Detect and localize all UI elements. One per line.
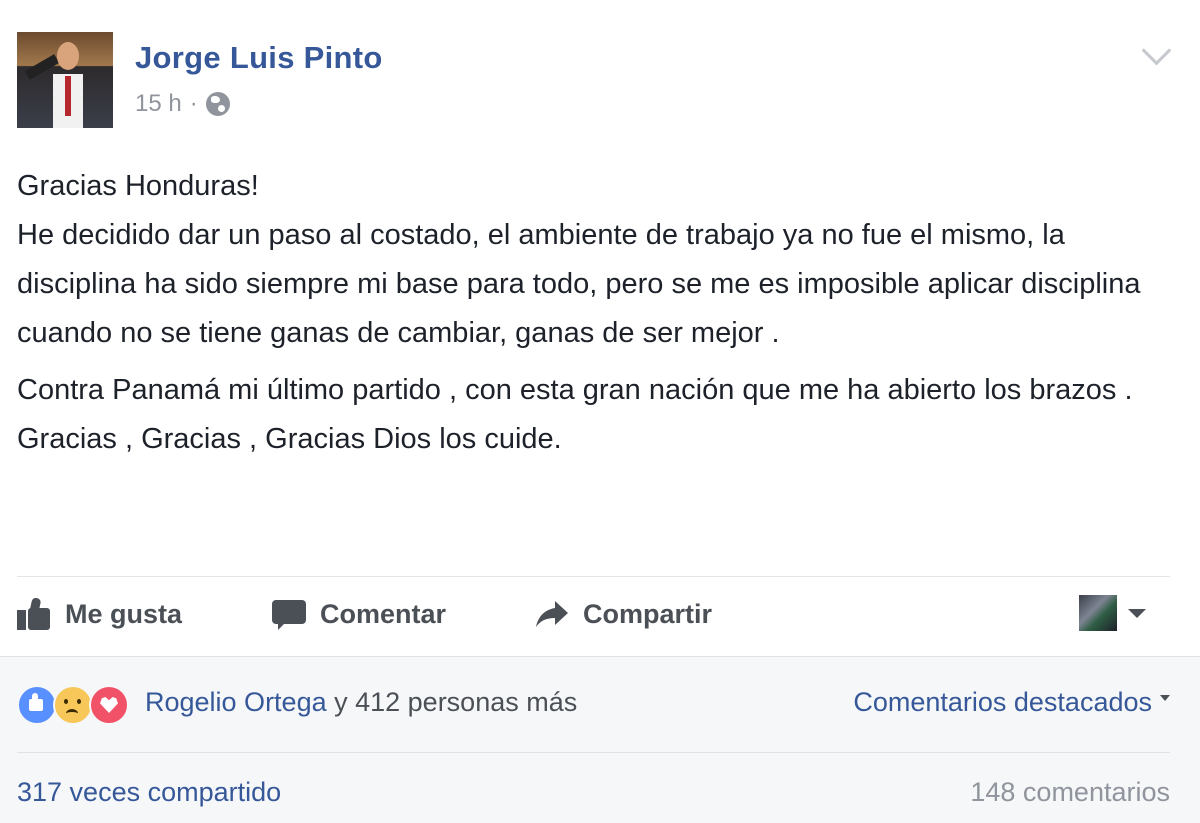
chevron-down-icon[interactable]: [1141, 35, 1172, 66]
featured-comments-label: Comentarios destacados: [853, 687, 1152, 717]
comment-button[interactable]: Comentar: [272, 590, 446, 638]
comment-label: Comentar: [320, 598, 447, 629]
post-paragraph: Gracias Honduras!: [17, 170, 259, 202]
reactions-summary[interactable]: Rogelio Ortega y 412 personas más: [145, 687, 577, 718]
post-footer: Rogelio Ortega y 412 personas más Coment…: [0, 656, 1200, 823]
reactions-rest: y 412 personas más: [326, 687, 578, 717]
share-arrow-icon: [535, 599, 569, 629]
like-label: Me gusta: [65, 598, 183, 629]
post-body: Gracias Honduras! He decidido dar un pas…: [17, 162, 1177, 464]
post-actions: Me gusta Comentar Compartir: [0, 590, 1200, 638]
reactor-name[interactable]: Rogelio Ortega: [145, 687, 327, 717]
author-name[interactable]: Jorge Luis Pinto: [135, 40, 383, 76]
facebook-post: Jorge Luis Pinto 15 h · Gracias Honduras…: [0, 0, 1200, 823]
like-reaction-icon: [17, 685, 57, 725]
caret-down-icon: [1160, 694, 1170, 701]
reaction-icons[interactable]: [17, 685, 129, 725]
post-content-area: Jorge Luis Pinto 15 h · Gracias Honduras…: [0, 0, 1200, 656]
comment-icon: [272, 598, 306, 630]
comments-count[interactable]: 148 comentarios: [970, 777, 1170, 808]
divider: [17, 576, 1170, 577]
love-reaction-icon: [89, 685, 129, 725]
thumbs-up-icon: [17, 597, 51, 630]
post-paragraph: Contra Panamá mi último partido , con es…: [17, 374, 1133, 406]
post-time[interactable]: 15 h: [135, 90, 182, 118]
globe-icon[interactable]: [205, 92, 230, 116]
post-paragraph: Gracias , Gracias , Gracias Dios los cui…: [17, 423, 562, 455]
divider: [17, 752, 1170, 753]
meta-separator: ·: [189, 90, 198, 117]
share-button[interactable]: Compartir: [535, 590, 712, 638]
sad-reaction-icon: [53, 685, 93, 725]
shares-count[interactable]: 317 veces compartido: [17, 777, 281, 808]
author-avatar[interactable]: [17, 32, 113, 128]
like-button[interactable]: Me gusta: [17, 590, 182, 638]
post-meta: 15 h ·: [135, 90, 230, 118]
post-paragraph: He decidido dar un paso al costado, el a…: [17, 219, 1141, 349]
caret-down-icon[interactable]: [1128, 609, 1146, 618]
share-label: Compartir: [583, 598, 713, 629]
featured-comments-dropdown[interactable]: Comentarios destacados: [853, 687, 1170, 718]
viewer-avatar[interactable]: [1079, 595, 1117, 631]
